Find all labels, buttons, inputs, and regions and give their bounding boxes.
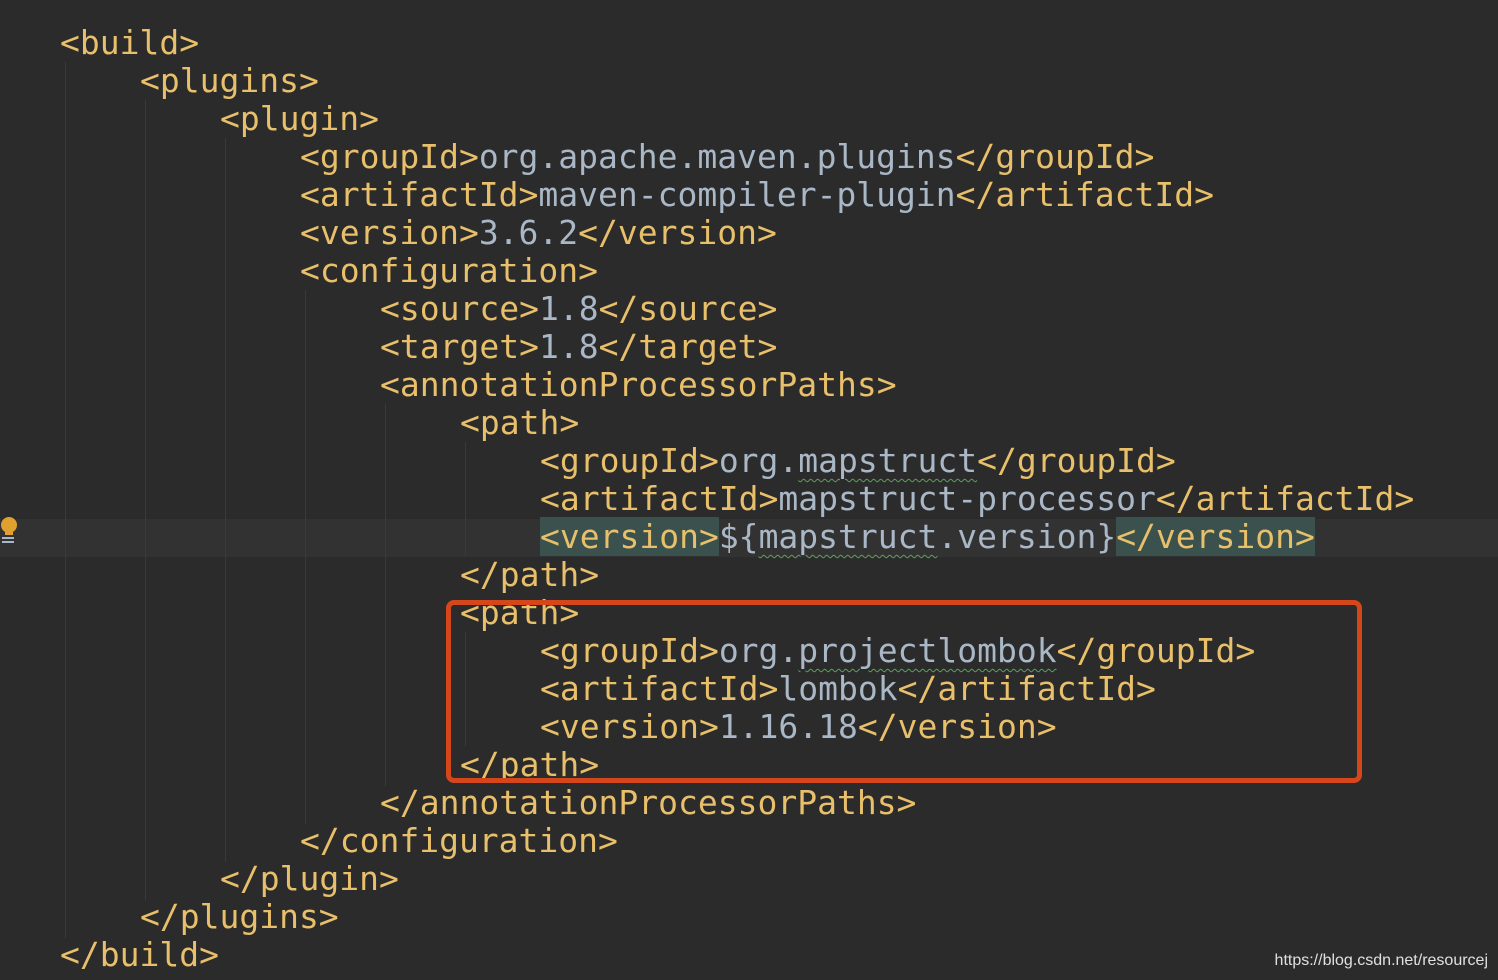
- xml-open-tag: </plugin>: [220, 859, 399, 898]
- code-line[interactable]: <plugin>: [220, 100, 379, 138]
- xml-value: ${: [718, 517, 759, 556]
- xml-value: 3.6.2: [478, 213, 579, 252]
- xml-open-tag: <path>: [460, 403, 580, 442]
- xml-close-tag: </artifactId>: [1155, 479, 1415, 518]
- xml-open-tag: <groupId>: [300, 137, 479, 176]
- xml-close-tag: </artifactId>: [955, 175, 1214, 214]
- xml-open-tag: </path>: [460, 555, 600, 594]
- watermark-text: https://blog.csdn.net/resourcej: [1274, 952, 1488, 969]
- xml-value-unresolved: mapstruct: [758, 517, 938, 556]
- xml-close-tag: </target>: [598, 327, 778, 366]
- code-line[interactable]: <plugins>: [140, 62, 319, 100]
- xml-open-tag: <build>: [60, 23, 200, 62]
- xml-open-tag: <annotationProcessorPaths>: [380, 365, 897, 404]
- code-line[interactable]: <artifactId>mapstruct-processor</artifac…: [540, 480, 1414, 518]
- code-line[interactable]: </path>: [460, 556, 599, 594]
- code-line[interactable]: <annotationProcessorPaths>: [380, 366, 897, 404]
- xml-open-tag: <plugin>: [220, 99, 379, 138]
- xml-value: 1.8: [538, 289, 599, 328]
- xml-close-tag: </version>: [578, 213, 777, 252]
- xml-close-tag: </source>: [598, 289, 778, 328]
- xml-value: org.: [718, 441, 799, 480]
- code-line[interactable]: <configuration>: [300, 252, 598, 290]
- code-editor[interactable]: <build> <plugins> <plugin> <groupId>org.apa…: [0, 0, 1498, 980]
- xml-value-unresolved: mapstruct: [798, 441, 978, 480]
- xml-open-tag: <version>: [540, 517, 719, 556]
- annotation-highlight-box: [446, 600, 1362, 783]
- code-line[interactable]: <version>3.6.2</version>: [300, 214, 777, 252]
- code-line[interactable]: </configuration>: [300, 822, 618, 860]
- code-line[interactable]: <path>: [460, 404, 579, 442]
- code-line[interactable]: </plugin>: [220, 860, 399, 898]
- xml-value: org.apache.maven.plugins: [478, 137, 956, 176]
- code-line[interactable]: <target>1.8</target>: [380, 328, 777, 366]
- code-line[interactable]: <groupId>org.apache.maven.plugins</group…: [300, 138, 1154, 176]
- indent-guide: [385, 404, 386, 786]
- indent-guide: [145, 100, 146, 900]
- code-line[interactable]: <source>1.8</source>: [380, 290, 777, 328]
- xml-open-tag: <version>: [300, 213, 479, 252]
- xml-open-tag: <artifactId>: [300, 175, 539, 214]
- code-line[interactable]: <build>: [60, 24, 199, 62]
- xml-open-tag: </build>: [60, 935, 219, 974]
- lightbulb-icon[interactable]: [0, 515, 18, 545]
- indent-guide: [465, 442, 466, 556]
- xml-open-tag: </configuration>: [300, 821, 618, 860]
- xml-open-tag: <groupId>: [540, 441, 719, 480]
- xml-open-tag: <plugins>: [140, 61, 319, 100]
- code-line[interactable]: </build>: [60, 936, 219, 974]
- code-line[interactable]: </plugins>: [140, 898, 339, 936]
- xml-open-tag: </annotationProcessorPaths>: [380, 783, 917, 822]
- xml-open-tag: <target>: [380, 327, 539, 366]
- xml-open-tag: <artifactId>: [540, 479, 779, 518]
- xml-open-tag: <source>: [380, 289, 539, 328]
- code-line[interactable]: <groupId>org.mapstruct</groupId>: [540, 442, 1176, 480]
- code-line[interactable]: <version>${mapstruct.version}</version>: [540, 517, 1315, 556]
- xml-close-tag: </groupId>: [977, 441, 1176, 480]
- xml-value: .version}: [937, 517, 1117, 556]
- xml-value: maven-compiler-plugin: [538, 175, 956, 214]
- indent-guide: [305, 290, 306, 824]
- code-line[interactable]: <artifactId>maven-compiler-plugin</artif…: [300, 176, 1214, 214]
- xml-value: 1.8: [538, 327, 599, 366]
- xml-open-tag: <configuration>: [300, 251, 599, 290]
- xml-close-tag: </groupId>: [955, 137, 1155, 176]
- indent-guide: [225, 138, 226, 862]
- xml-value: mapstruct-processor: [778, 479, 1156, 518]
- code-line[interactable]: </annotationProcessorPaths>: [380, 784, 916, 822]
- xml-open-tag: </plugins>: [140, 897, 339, 936]
- indent-guide: [65, 62, 66, 938]
- xml-close-tag: </version>: [1116, 517, 1315, 556]
